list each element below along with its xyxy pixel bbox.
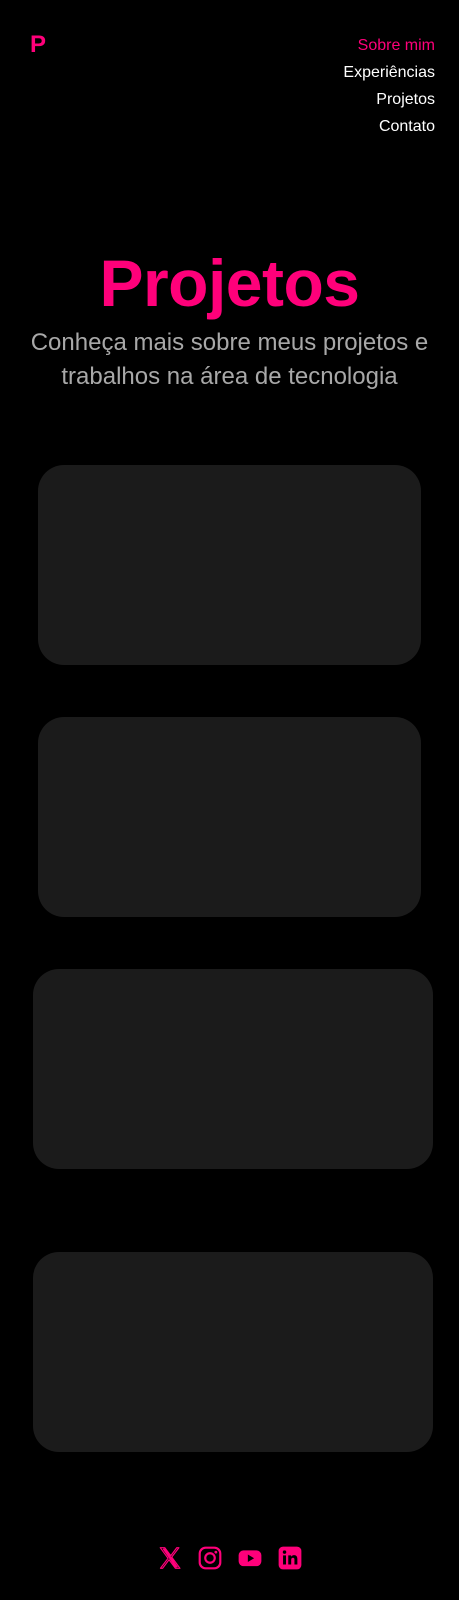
social-links [0, 1543, 459, 1573]
page-title: Projetos [99, 246, 360, 320]
project-card[interactable] [38, 465, 421, 665]
nav-item-sobre-mim[interactable]: Sobre mim [358, 32, 435, 59]
instagram-icon [198, 1546, 221, 1570]
project-card[interactable] [38, 717, 421, 917]
youtube-link[interactable] [237, 1545, 263, 1571]
project-card[interactable] [33, 1252, 433, 1452]
nav-item-projetos[interactable]: Projetos [376, 86, 435, 113]
linkedin-link[interactable] [277, 1545, 303, 1571]
instagram-link[interactable] [197, 1545, 223, 1571]
nav-item-contato[interactable]: Contato [379, 113, 435, 140]
main-nav: Sobre mim Experiências Projetos Contato [343, 32, 435, 140]
youtube-icon [238, 1550, 261, 1567]
x-twitter-link[interactable] [157, 1545, 183, 1571]
linkedin-icon [278, 1546, 301, 1570]
logo-link[interactable]: P [30, 33, 46, 57]
x-twitter-icon [159, 1547, 181, 1569]
project-card[interactable] [33, 969, 433, 1169]
page-subtitle: Conheça mais sobre meus projetos e traba… [30, 329, 429, 390]
nav-item-experiencias[interactable]: Experiências [343, 59, 435, 86]
